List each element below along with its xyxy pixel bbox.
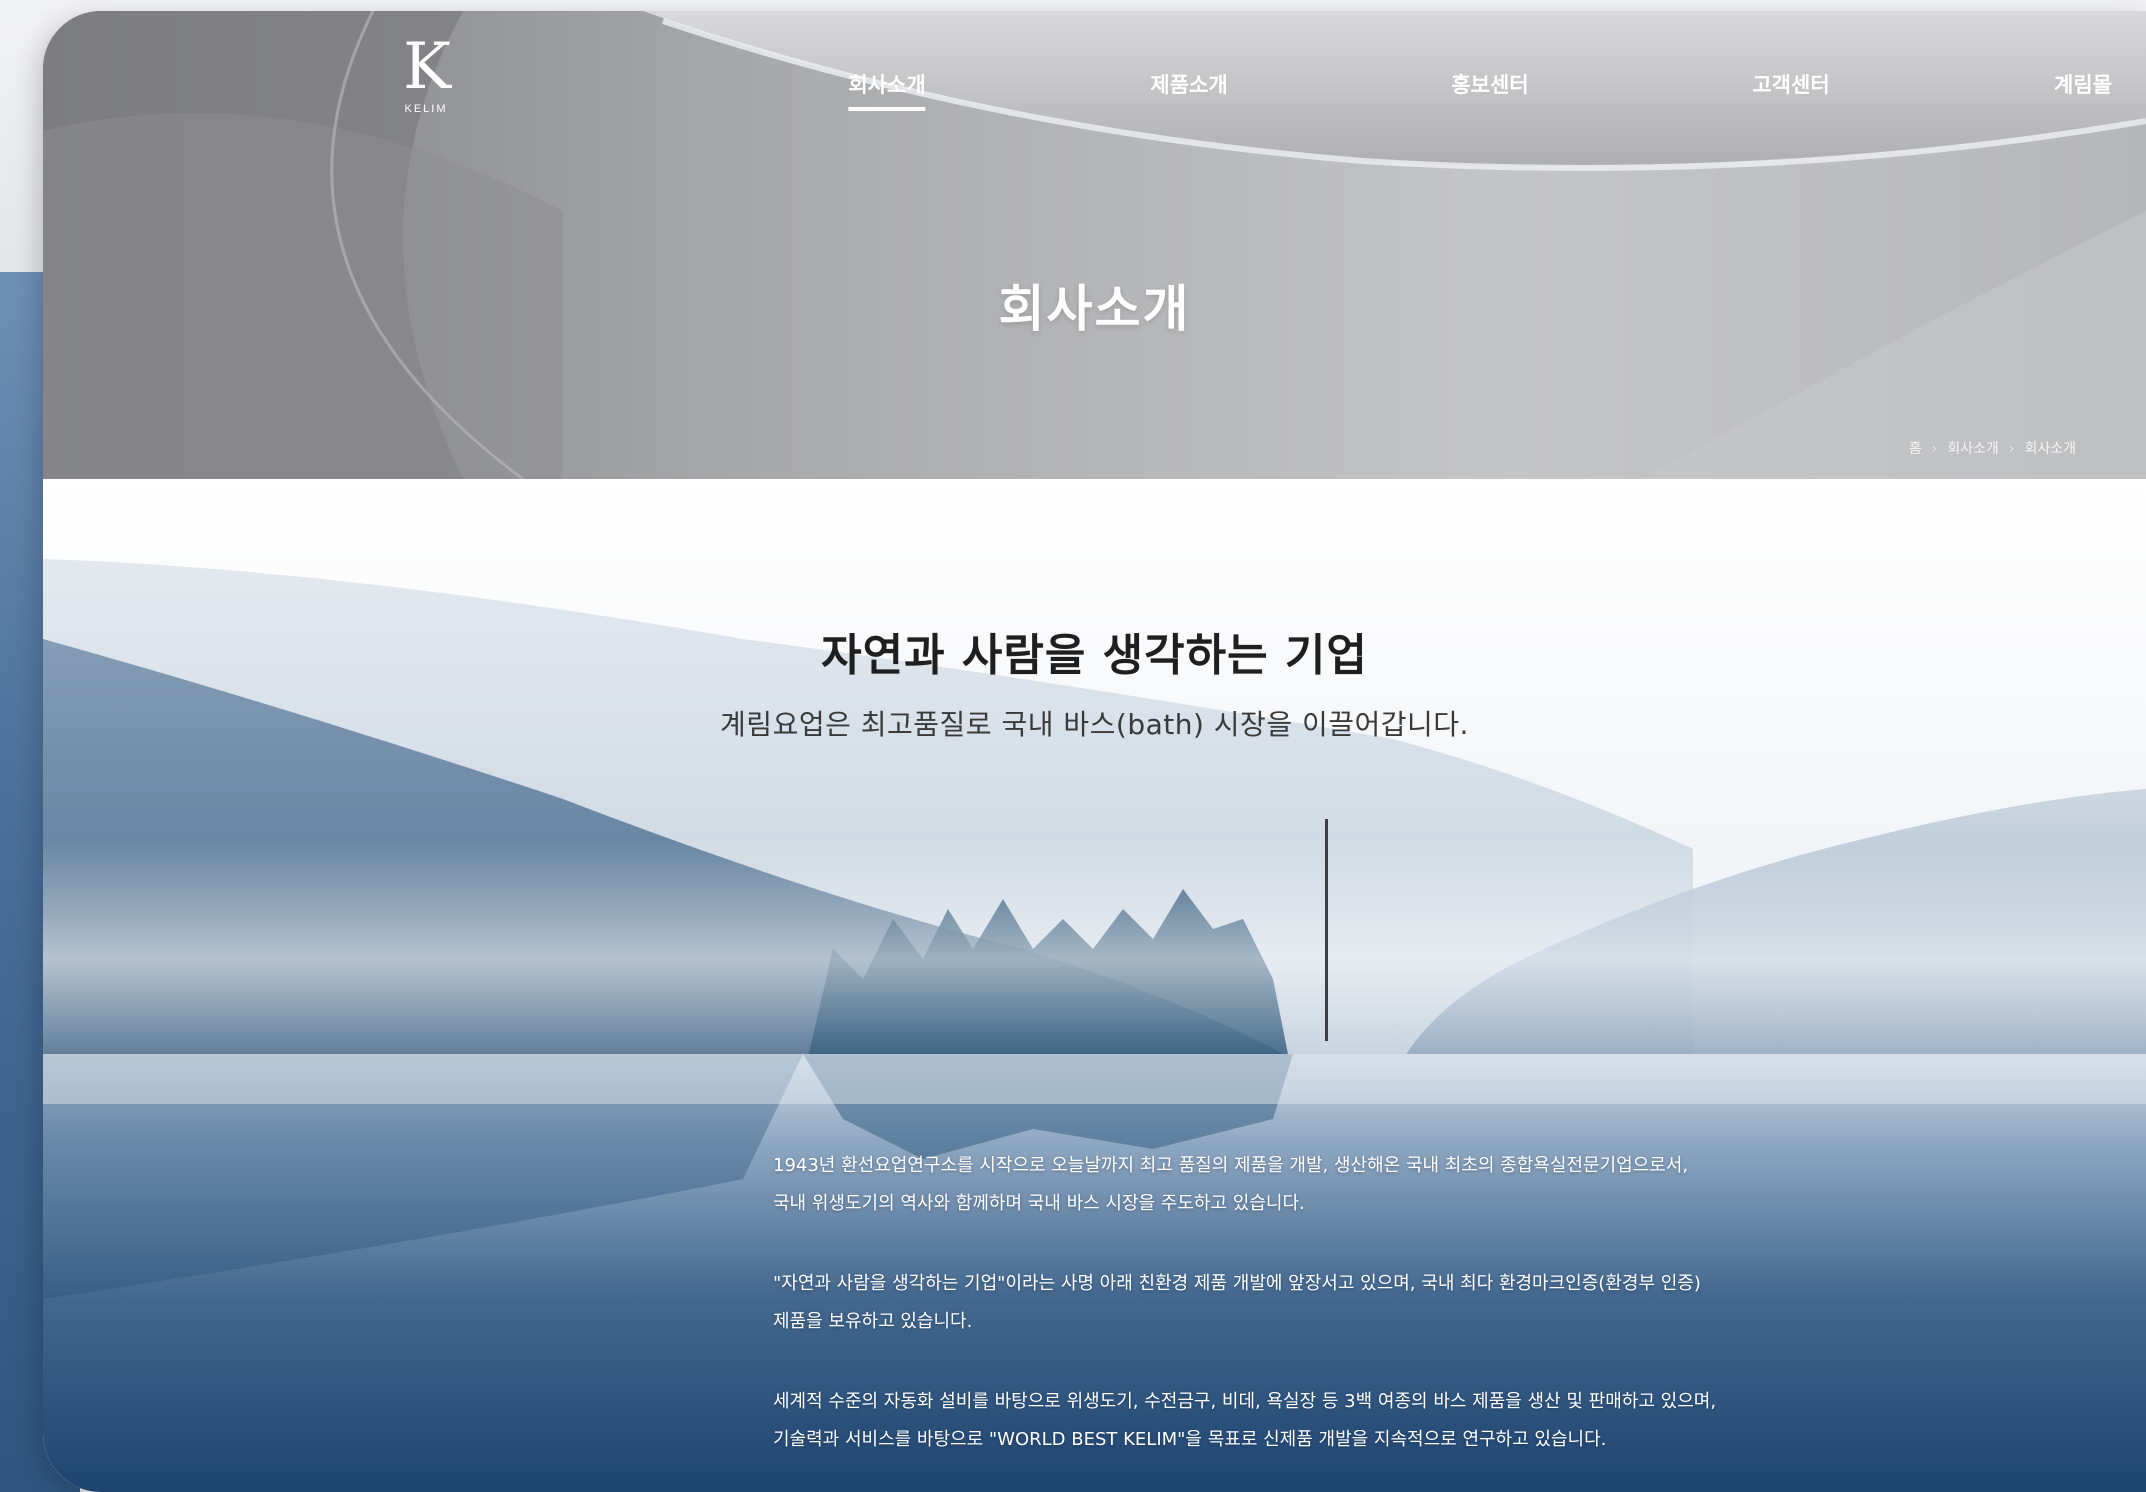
nav-item-products[interactable]: 제품소개	[1150, 69, 1227, 107]
main-nav: 회사소개 제품소개 홍보센터 고객센터 계림몰	[43, 69, 2146, 111]
intro-section: 자연과 사람을 생각하는 기업 계림요업은 최고품질로 국내 바스(bath) …	[43, 479, 2146, 1492]
vertical-divider	[1325, 819, 1328, 1041]
paragraph-line: "자연과 사람을 생각하는 기업"이라는 사명 아래 친환경 제품 개발에 앞장…	[773, 1273, 1701, 1294]
hero-banner: K KELIM 회사소개 제품소개 홍보센터 고객센터 계림몰 회사소개 홈 › 회…	[43, 11, 2146, 479]
paragraph-line: 제품을 보유하고 있습니다.	[773, 1311, 973, 1332]
page-title: 회사소개	[998, 280, 1191, 338]
paragraph-line: 국내 위생도기의 역사와 함께하며 국내 바스 시장을 주도하고 있습니다.	[773, 1193, 1305, 1214]
breadcrumb-section[interactable]: 회사소개	[1947, 438, 1999, 458]
intro-paragraph: 세계적 수준의 자동화 설비를 바탕으로 위생도기, 수전금구, 비데, 욕실장…	[773, 1383, 1873, 1459]
breadcrumb-current: 회사소개	[2024, 441, 2076, 457]
nav-item-kelim-mall[interactable]: 계림몰	[2054, 69, 2112, 107]
intro-paragraphs: 1943년 환선요업연구소를 시작으로 오늘날까지 최고 품질의 제품을 개발,…	[773, 1147, 1873, 1492]
page-frame: K KELIM 회사소개 제품소개 홍보센터 고객센터 계림몰 회사소개 홈 › 회…	[43, 11, 2146, 1492]
intro-headline: 자연과 사람을 생각하는 기업	[821, 630, 1368, 681]
nav-item-customer-center[interactable]: 고객센터	[1752, 69, 1829, 107]
nav-item-company[interactable]: 회사소개	[848, 69, 926, 111]
paragraph-line: 세계적 수준의 자동화 설비를 바탕으로 위생도기, 수전금구, 비데, 욕실장…	[773, 1391, 1717, 1412]
nav-item-pr-center[interactable]: 홍보센터	[1451, 69, 1528, 107]
breadcrumb-home[interactable]: 홈	[1909, 438, 1922, 458]
intro-subline: 계림요업은 최고품질로 국내 바스(bath) 시장을 이끌어갑니다.	[720, 708, 1469, 741]
paragraph-line: 1943년 환선요업연구소를 시작으로 오늘날까지 최고 품질의 제품을 개발,…	[773, 1155, 1689, 1176]
intro-paragraph: 1943년 환선요업연구소를 시작으로 오늘날까지 최고 품질의 제품을 개발,…	[773, 1147, 1873, 1223]
breadcrumb-separator: ›	[2008, 441, 2015, 457]
paragraph-line: 기술력과 서비스를 바탕으로 "WORLD BEST KELIM"을 목표로 신…	[773, 1429, 1607, 1450]
breadcrumb: 홈 › 회사소개 › 회사소개	[1909, 438, 2076, 458]
breadcrumb-separator: ›	[1931, 441, 1938, 457]
intro-paragraph: "자연과 사람을 생각하는 기업"이라는 사명 아래 친환경 제품 개발에 앞장…	[773, 1265, 1873, 1341]
